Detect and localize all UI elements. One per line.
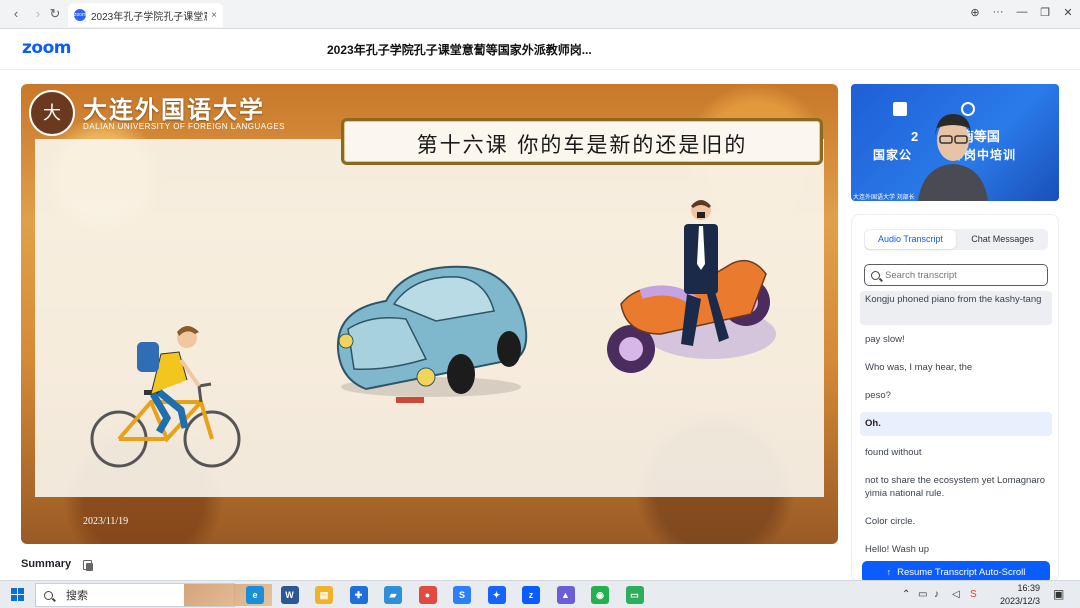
resume-button-label: Resume Transcript Auto-Scroll [897, 566, 1026, 578]
zoom-logo[interactable]: zoom [22, 38, 71, 58]
back-icon[interactable]: ‹ [8, 6, 24, 22]
transcript-item[interactable]: Who was, I may hear, the [860, 359, 1052, 376]
participant-figure [918, 114, 988, 201]
taskbar-search[interactable]: 搜索 [35, 583, 272, 607]
tab-audio-transcript[interactable]: Audio Transcript [865, 230, 956, 249]
feishu-icon[interactable]: ✦ [487, 586, 506, 604]
globe-icon[interactable]: ⊕ [965, 6, 985, 19]
wechat-icon[interactable]: ◉ [591, 586, 609, 604]
transcript-item[interactable]: Kongju phoned piano from the kashy-tang [860, 291, 1052, 325]
zoom-header: zoom 2023年孔子学院孔子课堂意蔔等国家外派教师岗... [0, 29, 1080, 70]
lesson-title: 第十六课 你的车是新的还是旧的 [416, 133, 748, 157]
transcript-item[interactable]: pay slow! [860, 331, 1052, 348]
university-name-en: DALIAN UNIVERSITY OF FOREIGN LANGUAGES [83, 122, 285, 131]
windows-start-icon[interactable] [11, 588, 24, 601]
transcript-item[interactable]: peso? [860, 387, 1052, 404]
cyclist-illustration [90, 326, 241, 468]
slide-date: 2023/11/19 [83, 516, 129, 527]
zoom-favicon-icon: zoom [74, 9, 86, 21]
arrow-up-icon: ↑ [886, 567, 892, 577]
screen-app-icon[interactable]: ▭ [625, 586, 644, 604]
tab-close-icon[interactable]: × [211, 10, 217, 21]
sogou-tray-icon[interactable]: S [970, 589, 977, 600]
restore-icon[interactable]: ❐ [1035, 6, 1055, 19]
summary-heading: Summary [21, 558, 72, 570]
university-name: 大连外国语大学 [83, 95, 265, 124]
participant-name: 大连外国语大学 刘部长 [853, 195, 915, 201]
minimize-icon[interactable]: — [1012, 6, 1032, 18]
edge-icon[interactable]: e [246, 586, 264, 604]
university-seal-icon: 大 [29, 90, 75, 136]
copy-icon[interactable] [83, 560, 93, 571]
more-menu-icon[interactable]: ··· [988, 6, 1008, 18]
reload-icon[interactable]: ↻ [47, 6, 63, 22]
transcript-item[interactable]: Color circle. [860, 513, 1052, 530]
participant-video[interactable]: 2 南等国 国家公 师岗中培训 大连外国语大学 刘部长 [851, 84, 1059, 201]
car-illustration [336, 265, 528, 403]
transcript-item-current[interactable]: Oh. [860, 412, 1052, 436]
transcript-item[interactable]: not to share the ecosystem yet Lomagnaro… [860, 472, 1052, 502]
transcript-list: Kongju phoned piano from the kashy-tang … [860, 291, 1052, 558]
lesson-title-box: 第十六课 你的车是新的还是旧的 [341, 118, 823, 165]
window-close-icon[interactable]: ✕ [1058, 6, 1078, 19]
pin-app-icon[interactable]: ✚ [349, 586, 368, 604]
tray-chevron-icon[interactable]: ⌃ [902, 589, 910, 600]
chrome-icon[interactable]: ● [418, 586, 437, 604]
shared-slide: 大 大连外国语大学 DALIAN UNIVERSITY OF FOREIGN L… [21, 84, 838, 544]
speaker-icon[interactable]: ◁ [952, 589, 960, 600]
clock-time[interactable]: 16:39 [990, 583, 1040, 593]
banner-logo-icon [893, 102, 907, 116]
transcript-search[interactable] [864, 264, 1048, 286]
sogou-icon[interactable]: S [453, 586, 471, 604]
tab-title: 2023年孔子学院孔子课堂意蔔 [91, 11, 207, 23]
volume-icon[interactable]: ♪ [934, 589, 939, 600]
photos-icon[interactable]: ▲ [556, 586, 575, 604]
browser-tab[interactable]: zoom 2023年孔子学院孔子课堂意蔔 × [68, 3, 223, 27]
panel-tabs: Audio Transcript Chat Messages [864, 229, 1048, 250]
windows-taskbar: 搜索 e W ▤ ✚ ▰ ● S ✦ z ▲ ◉ ▭ ⌃ ▭ ♪ ◁ S 16:39 2023/12/… [0, 580, 1080, 608]
zoom-taskbar-icon[interactable]: z [522, 586, 540, 604]
forward-icon[interactable]: › [30, 6, 46, 22]
transcript-item[interactable]: found without [860, 444, 1052, 461]
taskbar-search-label: 搜索 [66, 590, 88, 602]
transcript-item[interactable]: Hello! Wash up [860, 541, 1052, 558]
browser-toolbar: ‹ › ↻ zoom 2023年孔子学院孔子课堂意蔔 × ⊕ ··· — ❐ ✕ [0, 0, 1080, 29]
network-icon[interactable]: ▭ [918, 589, 927, 600]
notes-app-icon[interactable]: ▰ [384, 586, 402, 604]
resume-autoscroll-button[interactable]: ↑ Resume Transcript Auto-Scroll [862, 561, 1050, 581]
transcript-panel: Audio Transcript Chat Messages Kongju ph… [851, 214, 1059, 582]
tab-chat-messages[interactable]: Chat Messages [957, 229, 1048, 250]
file-explorer-icon[interactable]: ▤ [315, 586, 333, 604]
meeting-title: 2023年孔子学院孔子课堂意蔔等国家外派教师岗... [327, 43, 592, 57]
search-input[interactable] [885, 269, 1045, 281]
taskbar-search-icon [44, 590, 53, 600]
notification-icon[interactable]: ▣ [1053, 587, 1064, 601]
clock-date[interactable]: 2023/12/3 [990, 596, 1040, 606]
search-icon [871, 270, 880, 280]
word-icon[interactable]: W [280, 586, 299, 604]
motorcycle-illustration [607, 200, 776, 373]
